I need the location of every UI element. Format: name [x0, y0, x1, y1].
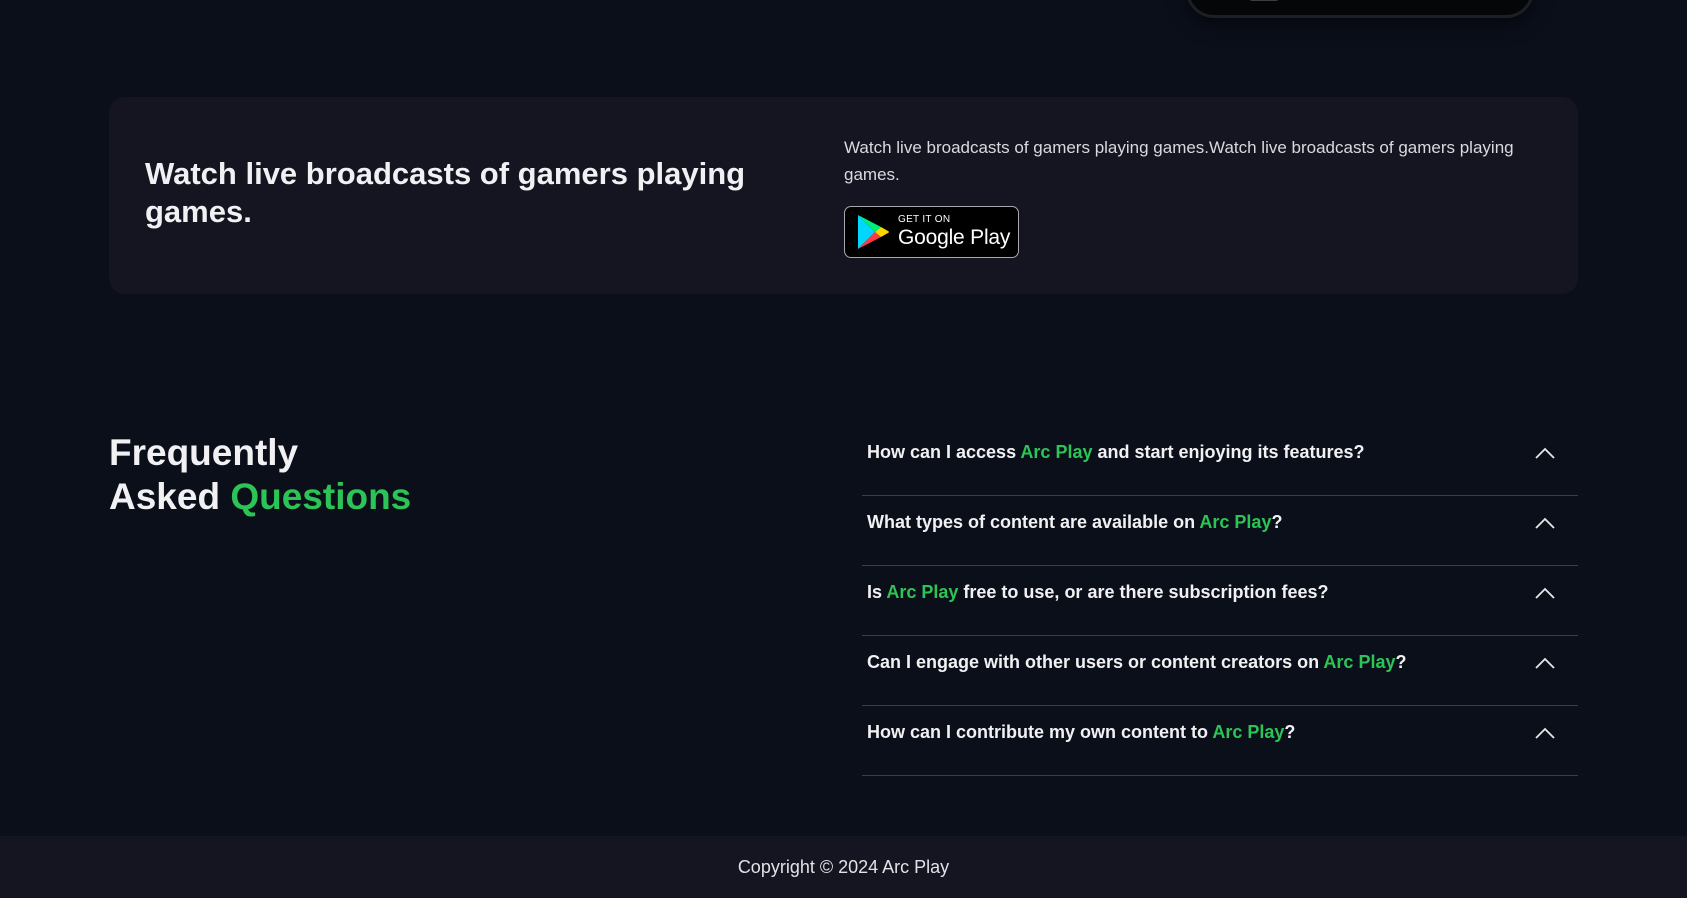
app-download-banner: Watch live broadcasts of gamers playing … — [109, 97, 1578, 294]
copyright-text: Copyright © 2024 Arc Play — [737, 856, 950, 877]
faq-question-text: How can I contribute my own content to — [867, 722, 1213, 742]
chevron-up-icon[interactable] — [1534, 516, 1556, 530]
faq-heading-line2a: Asked — [109, 476, 231, 517]
faq-heading-line2b: Questions — [230, 476, 412, 517]
faq-question-text: ? — [1395, 652, 1407, 672]
faq-question: How can I access Arc Play and start enjo… — [867, 442, 1365, 463]
faq-question-text: free to use, or are there subscription f… — [958, 582, 1329, 602]
faq-question: Is Arc Play free to use, or are there su… — [867, 582, 1329, 603]
faq-question-text: Can I engage with other users or content… — [867, 652, 1324, 672]
faq-brand-name: Arc Play — [1199, 512, 1272, 532]
faq-question: What types of content are available on A… — [867, 512, 1282, 533]
faq-item[interactable]: How can I contribute my own content to A… — [862, 706, 1578, 776]
google-play-icon — [858, 215, 889, 249]
faq-question-text: and start enjoying its features? — [1092, 442, 1365, 462]
faq-question-text: Is — [867, 582, 887, 602]
faq-brand-name: Arc Play — [1212, 722, 1285, 742]
faq-item[interactable]: Can I engage with other users or content… — [862, 636, 1578, 706]
banner-description: Watch live broadcasts of gamers playing … — [844, 138, 1514, 184]
faq-question: Can I engage with other users or content… — [867, 652, 1406, 673]
faq-brand-name: Arc Play — [886, 582, 959, 602]
faq-heading: Frequently Asked Questions — [109, 431, 411, 519]
faq-question-text: What types of content are available on — [867, 512, 1200, 532]
faq-question-text: ? — [1284, 722, 1296, 742]
phone-mockup — [1186, 0, 1534, 18]
faq-heading-line1: Frequently — [109, 432, 299, 473]
faq-item[interactable]: How can I access Arc Play and start enjo… — [862, 426, 1578, 496]
faq-question-text: How can I access — [867, 442, 1021, 462]
faq-brand-name: Arc Play — [1323, 652, 1396, 672]
faq-list: How can I access Arc Play and start enjo… — [862, 426, 1578, 776]
banner-title: Watch live broadcasts of gamers playing … — [145, 156, 746, 229]
faq-question: How can I contribute my own content to A… — [867, 722, 1295, 743]
faq-item[interactable]: Is Arc Play free to use, or are there su… — [862, 566, 1578, 636]
chevron-up-icon[interactable] — [1534, 586, 1556, 600]
chevron-up-icon[interactable] — [1534, 726, 1556, 740]
google-play-text: GET IT ON Google Play — [898, 214, 1010, 250]
chevron-up-icon[interactable] — [1534, 446, 1556, 460]
google-play-small-text: GET IT ON — [898, 214, 951, 225]
faq-brand-name: Arc Play — [1020, 442, 1093, 462]
faq-question-text: ? — [1271, 512, 1283, 532]
chevron-up-icon[interactable] — [1534, 656, 1556, 670]
faq-item[interactable]: What types of content are available on A… — [862, 496, 1578, 566]
google-play-big-text: Google Play — [898, 226, 1011, 249]
phone-button — [1249, 0, 1279, 1]
footer: Copyright © 2024 Arc Play — [0, 836, 1687, 898]
google-play-button[interactable]: GET IT ON Google Play — [844, 206, 1019, 258]
